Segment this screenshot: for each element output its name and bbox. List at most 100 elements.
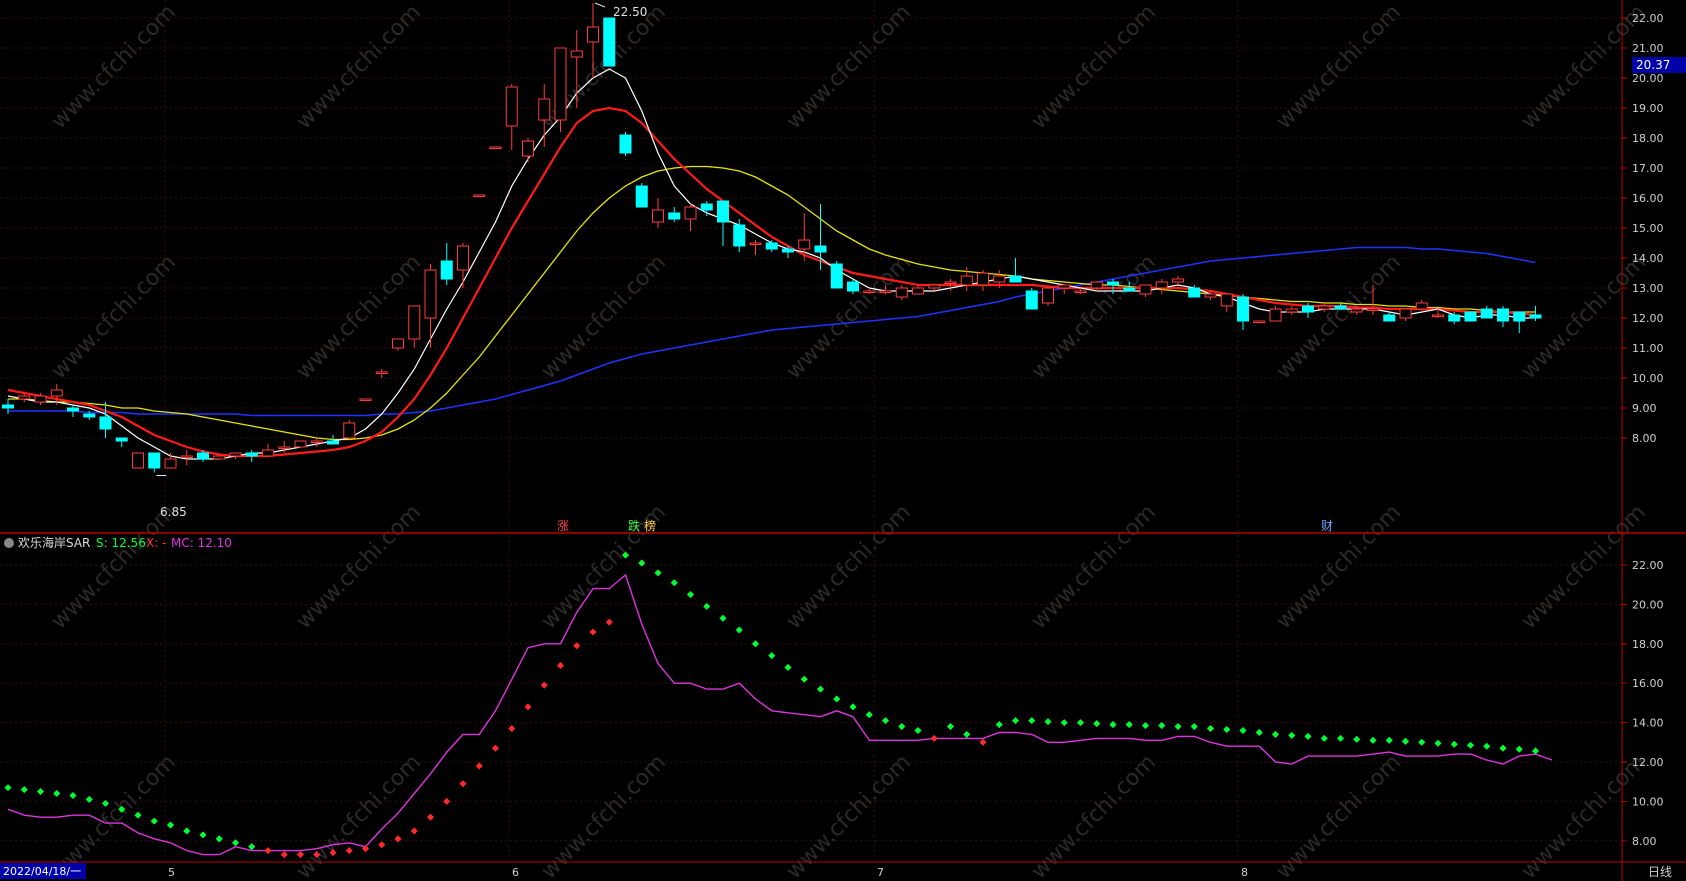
- candle-body: [1220, 293, 1233, 307]
- month-label: 7: [877, 866, 884, 879]
- candle-body: [765, 242, 778, 250]
- month-label: 8: [1241, 866, 1248, 879]
- y-tick-label: 14.00: [1632, 717, 1664, 730]
- y-tick-label: 22.00: [1632, 559, 1664, 572]
- event-marker[interactable]: 跌: [628, 518, 640, 533]
- candle-body: [1432, 314, 1444, 317]
- candle-body: [733, 224, 746, 247]
- candle-body: [684, 206, 697, 220]
- candle: [294, 440, 307, 448]
- candle-body: [522, 140, 534, 157]
- candle: [213, 455, 226, 460]
- candle-body: [1334, 305, 1347, 310]
- candle-body: [115, 437, 128, 442]
- period-label[interactable]: 日线: [1648, 865, 1672, 879]
- candle-body: [895, 287, 908, 298]
- y-tick-label: 13.00: [1632, 282, 1664, 295]
- candle-body: [1318, 305, 1331, 310]
- candle-body: [1237, 296, 1249, 322]
- candle-body: [294, 440, 307, 448]
- candle-body: [343, 422, 356, 439]
- y-tick-label: 18.00: [1632, 638, 1664, 651]
- candle-body: [1107, 281, 1119, 286]
- candle-body: [83, 413, 96, 418]
- candle: [489, 146, 502, 149]
- candle-body: [863, 290, 876, 293]
- candle-body: [67, 407, 79, 412]
- candle-body: [1383, 314, 1396, 322]
- candle-body: [1172, 278, 1184, 283]
- candle-body: [814, 245, 827, 253]
- candle-body: [554, 47, 567, 121]
- candle-body: [99, 416, 112, 430]
- candle-body: [180, 455, 193, 458]
- candle-body: [1155, 281, 1168, 289]
- y-tick-label: 12.00: [1632, 312, 1664, 325]
- candle-body: [1350, 308, 1363, 313]
- candle-body: [148, 452, 161, 469]
- candle: [619, 132, 632, 156]
- indicator-mc-value: MC: 12.10: [171, 536, 232, 550]
- candle-body: [1074, 290, 1087, 293]
- candle-body: [197, 452, 209, 460]
- y-tick-label: 11.00: [1632, 342, 1664, 355]
- current-price-label: 20.37: [1636, 58, 1670, 72]
- candle-body: [993, 275, 1006, 283]
- candle-body: [1497, 308, 1509, 322]
- candle-body: [310, 440, 323, 443]
- candle-body: [1204, 293, 1217, 298]
- candle-body: [1513, 311, 1526, 322]
- candle: [1464, 311, 1477, 322]
- candle: [1042, 287, 1054, 306]
- candle-body: [603, 17, 616, 67]
- candle-body: [375, 371, 388, 374]
- candle-body: [1123, 287, 1136, 292]
- candle-body: [132, 452, 144, 469]
- candle-body: [229, 452, 242, 457]
- low-price-label: 6.85: [160, 505, 187, 519]
- candle-body: [798, 239, 811, 250]
- y-tick-label: 10.00: [1632, 795, 1664, 808]
- start-date-label: 2022/04/18/一: [3, 865, 81, 878]
- candle-body: [489, 146, 502, 149]
- candle-body: [164, 458, 177, 469]
- candle-body: [1042, 287, 1054, 304]
- candle-body: [457, 245, 469, 271]
- y-tick-label: 18.00: [1632, 132, 1664, 145]
- candle-body: [327, 440, 339, 445]
- candle-body: [34, 395, 47, 403]
- event-marker[interactable]: 财: [1321, 519, 1333, 533]
- stock-chart: www.cfchi.com www.cfchi.com www.cfchi.com w…: [0, 0, 1686, 881]
- candle-body: [847, 281, 859, 292]
- y-tick-label: 16.00: [1632, 192, 1664, 205]
- event-marker[interactable]: 涨: [557, 518, 569, 533]
- candle-body: [782, 248, 794, 253]
- candle: [343, 420, 356, 439]
- candle-body: [944, 281, 957, 284]
- candle-body: [1367, 308, 1379, 311]
- candle-body: [50, 389, 63, 397]
- candle-body: [830, 263, 843, 289]
- candle: [473, 194, 486, 197]
- indicator-x-value: X: -: [146, 536, 166, 550]
- event-marker[interactable]: 榜: [644, 518, 656, 533]
- chart-background: [0, 0, 1686, 881]
- candle-body: [359, 398, 372, 401]
- candle-body: [928, 284, 941, 289]
- indicator-toggle-icon[interactable]: [4, 538, 14, 548]
- candle-body: [262, 449, 274, 457]
- candle-body: [960, 275, 973, 286]
- candle-body: [1415, 302, 1428, 310]
- candle: [635, 183, 648, 208]
- candle-body: [1090, 281, 1103, 289]
- indicator-s-value: S: 12.56: [96, 536, 146, 550]
- candle-body: [1188, 287, 1201, 298]
- candle-body: [1025, 290, 1038, 310]
- y-tick-label: 12.00: [1632, 756, 1664, 769]
- candle-body: [1058, 284, 1071, 289]
- candle-body: [424, 269, 437, 319]
- candle-body: [749, 242, 762, 245]
- candle: [1025, 288, 1038, 310]
- candle-body: [392, 338, 404, 349]
- candle-body: [635, 185, 648, 208]
